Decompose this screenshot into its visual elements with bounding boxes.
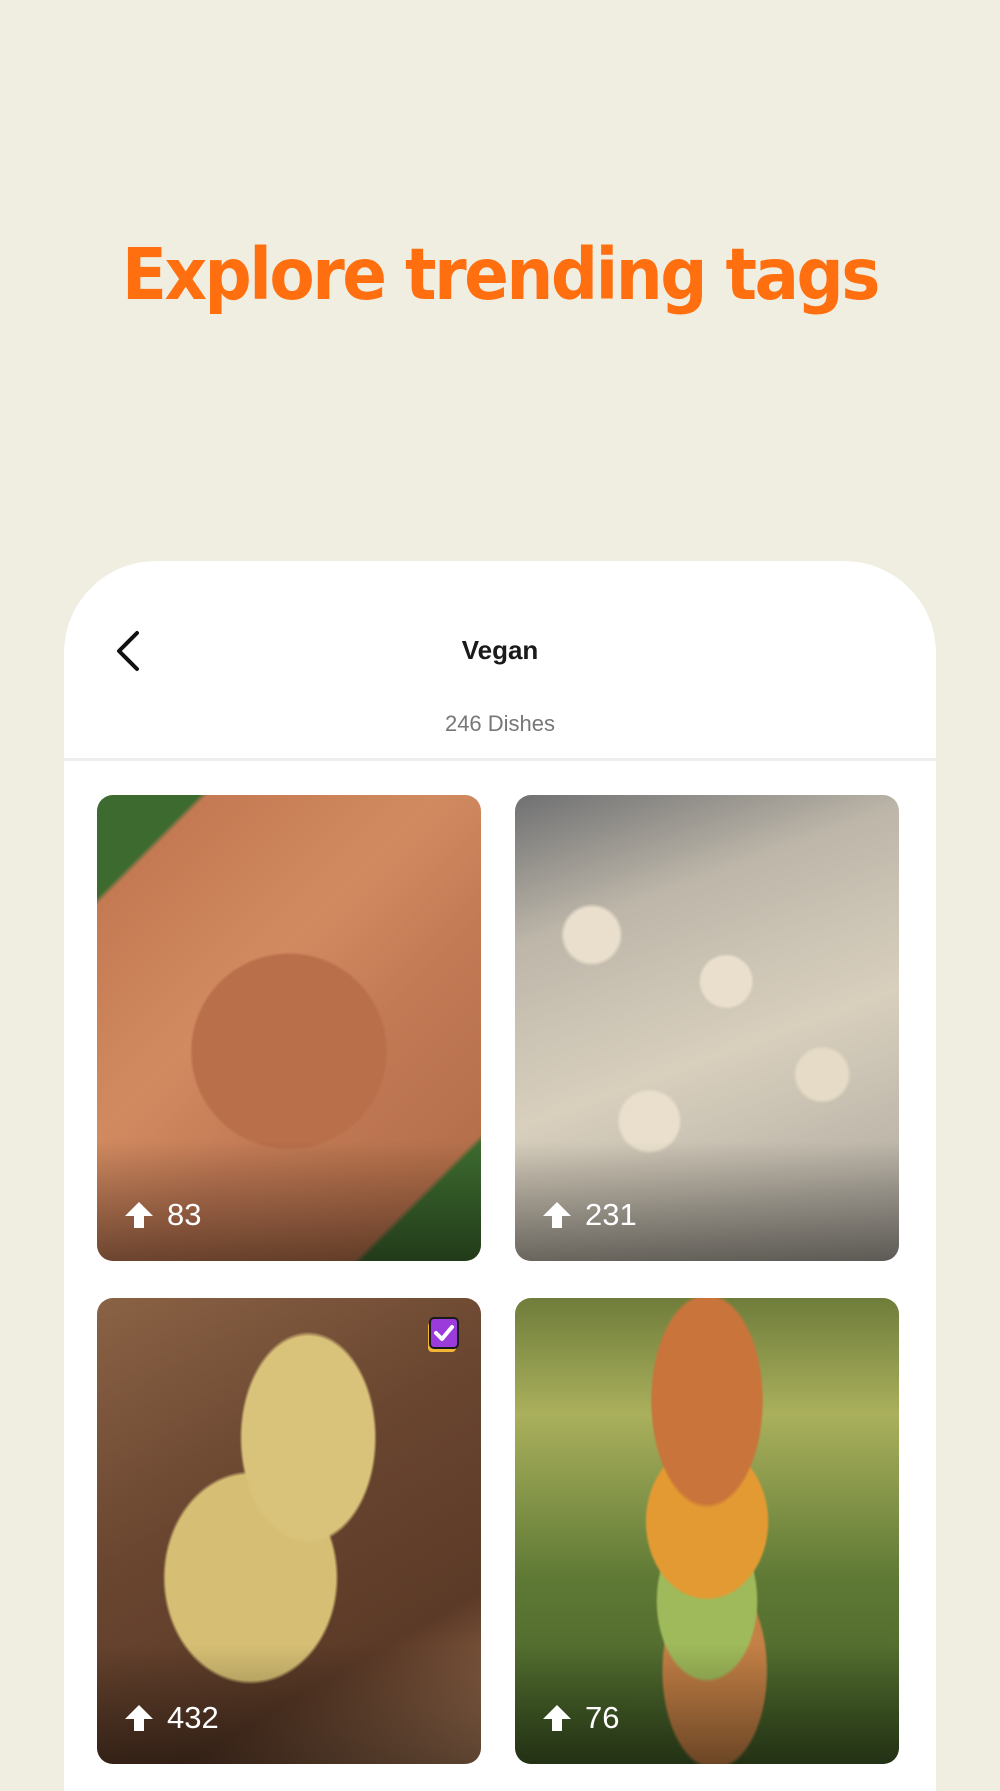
page-title: Vegan xyxy=(461,635,539,665)
dish-count: 246 Dishes xyxy=(444,711,556,736)
upvote-arrow-icon xyxy=(125,1202,153,1228)
dish-card[interactable]: 231 xyxy=(515,795,899,1261)
dish-card[interactable]: 432 xyxy=(97,1298,481,1764)
upvote-count[interactable]: 76 xyxy=(541,1700,619,1736)
upvote-count[interactable]: 231 xyxy=(541,1197,637,1233)
dish-card[interactable]: 76 xyxy=(515,1298,899,1764)
upvote-count[interactable]: 83 xyxy=(123,1197,201,1233)
phone-screen: Vegan 246 Dishes 83 231 432 76 xyxy=(64,561,936,1791)
headline: Explore trending tags xyxy=(121,232,881,317)
verified-check-icon xyxy=(425,1316,461,1356)
upvote-arrow-icon xyxy=(125,1705,153,1731)
upvote-number: 231 xyxy=(585,1197,637,1232)
upvote-number: 83 xyxy=(167,1197,202,1232)
upvote-number: 432 xyxy=(167,1700,219,1735)
upvote-arrow-icon xyxy=(543,1705,571,1731)
upvote-arrow-icon xyxy=(543,1202,571,1228)
dish-card[interactable]: 83 xyxy=(97,795,481,1261)
divider xyxy=(64,758,936,761)
upvote-count[interactable]: 432 xyxy=(123,1700,219,1736)
upvote-number: 76 xyxy=(585,1700,620,1735)
